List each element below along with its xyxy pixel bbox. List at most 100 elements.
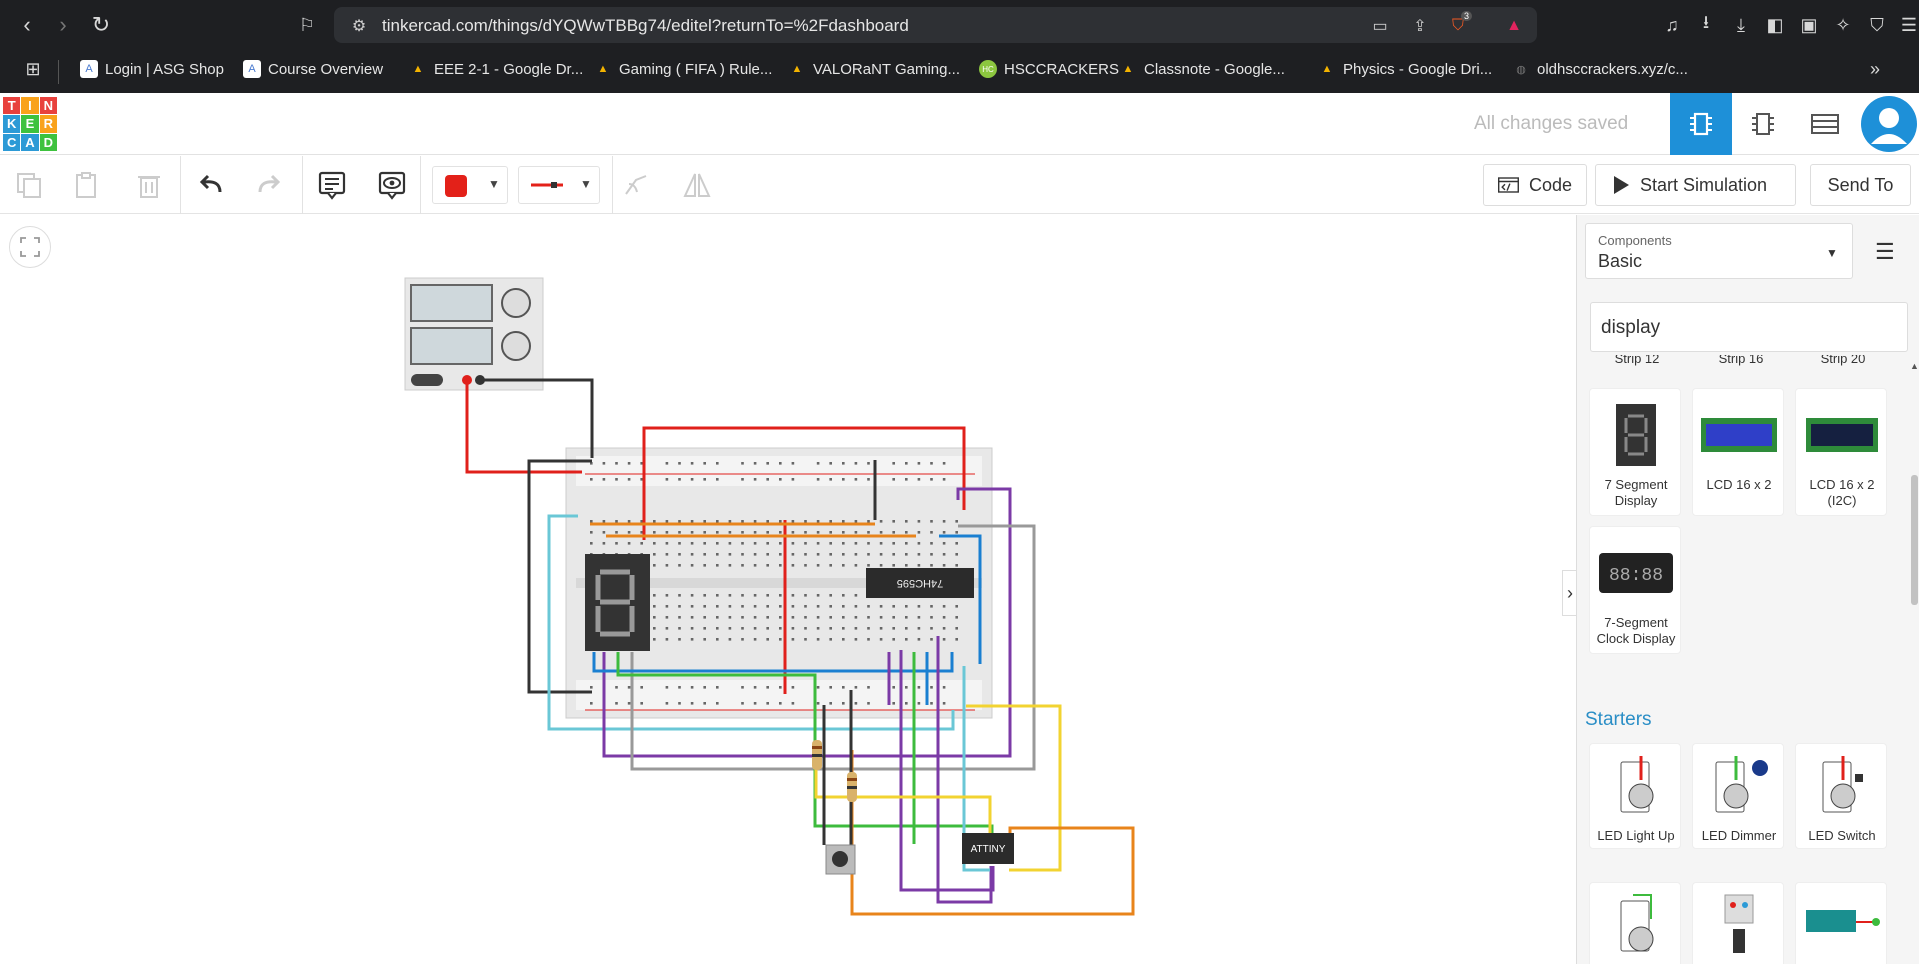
breadboard-hole[interactable]	[867, 605, 870, 608]
breadboard-hole[interactable]	[829, 627, 832, 630]
breadboard-hole[interactable]	[816, 702, 820, 705]
breadboard-hole[interactable]	[602, 478, 606, 481]
breadboard-hole[interactable]	[766, 553, 769, 556]
breadboard-hole[interactable]	[590, 478, 593, 481]
breadboard-hole[interactable]	[879, 553, 883, 556]
breadboard-hole[interactable]	[703, 594, 706, 597]
undo-icon[interactable]	[192, 166, 230, 204]
breadboard-hole[interactable]	[829, 686, 832, 689]
breadboard-hole[interactable]	[816, 627, 820, 630]
breadboard-hole[interactable]	[816, 638, 820, 641]
bookmark-item[interactable]: HC HSCCRACKERS	[979, 60, 1119, 78]
leo-icon[interactable]: ✧	[1830, 12, 1856, 38]
breadboard-hole[interactable]	[665, 520, 669, 523]
breadboard-hole[interactable]	[690, 638, 694, 641]
breadboard-hole[interactable]	[678, 638, 681, 641]
tinkercad-logo[interactable]: T I N K E R C A D	[3, 97, 57, 151]
breadboard-hole[interactable]	[678, 478, 681, 481]
breadboard-hole[interactable]	[917, 686, 921, 689]
breadboard-hole[interactable]	[879, 616, 883, 619]
breadboard-hole[interactable]	[779, 627, 782, 630]
breadboard-hole[interactable]	[816, 542, 820, 545]
breadboard-hole[interactable]	[590, 686, 593, 689]
breadboard-hole[interactable]	[690, 462, 694, 465]
starter-card[interactable]	[1692, 882, 1784, 964]
breadboard-hole[interactable]	[829, 616, 832, 619]
breadboard-hole[interactable]	[930, 627, 933, 630]
breadboard-hole[interactable]	[690, 531, 694, 534]
breadboard-hole[interactable]	[690, 553, 694, 556]
breadboard-hole[interactable]	[653, 553, 656, 556]
breadboard-hole[interactable]	[703, 542, 706, 545]
breadboard-hole[interactable]	[678, 542, 681, 545]
breadboard-hole[interactable]	[766, 638, 769, 641]
apps-grid-icon[interactable]: ⊞	[20, 56, 46, 82]
breadboard-hole[interactable]	[791, 564, 795, 567]
breadboard-hole[interactable]	[703, 627, 706, 630]
breadboard-hole[interactable]	[766, 520, 769, 523]
breadboard-hole[interactable]	[590, 520, 593, 523]
breadboard-hole[interactable]	[766, 702, 769, 705]
breadboard-hole[interactable]	[955, 638, 958, 641]
breadboard-hole[interactable]	[942, 616, 946, 619]
breadboard-hole[interactable]	[741, 478, 744, 481]
breadboard-hole[interactable]	[653, 531, 656, 534]
breadboard-hole[interactable]	[615, 478, 618, 481]
breadboard-hole[interactable]	[879, 564, 883, 567]
breadboard-hole[interactable]	[779, 702, 782, 705]
breadboard-hole[interactable]	[854, 542, 858, 545]
breadboard-hole[interactable]	[842, 702, 845, 705]
brave-rewards-icon[interactable]: ▲	[1503, 15, 1525, 37]
breadboard-hole[interactable]	[741, 462, 744, 465]
breadboard-hole[interactable]	[753, 542, 757, 545]
component-card-7-segment[interactable]: 7 Segment Display	[1589, 388, 1681, 516]
breadboard-hole[interactable]	[829, 478, 832, 481]
breadboard-hole[interactable]	[905, 531, 908, 534]
breadboard-hole[interactable]	[930, 531, 933, 534]
breadboard-hole[interactable]	[678, 605, 681, 608]
breadboard-hole[interactable]	[942, 605, 946, 608]
breadboard-hole[interactable]	[703, 520, 706, 523]
breadboard-hole[interactable]	[728, 531, 732, 534]
breadboard-hole[interactable]	[917, 616, 921, 619]
breadboard-hole[interactable]	[690, 478, 694, 481]
breadboard-hole[interactable]	[640, 542, 643, 545]
send-to-button[interactable]: Send To	[1810, 164, 1911, 206]
breadboard-hole[interactable]	[678, 553, 681, 556]
breadboard-hole[interactable]	[867, 520, 870, 523]
copy-icon[interactable]	[10, 166, 48, 204]
breadboard-hole[interactable]	[753, 605, 757, 608]
breadboard-hole[interactable]	[590, 542, 593, 545]
breadboard-hole[interactable]	[665, 605, 669, 608]
breadboard-hole[interactable]	[905, 462, 908, 465]
breadboard-hole[interactable]	[716, 702, 719, 705]
breadboard-hole[interactable]	[854, 462, 858, 465]
breadboard-hole[interactable]	[678, 520, 681, 523]
breadboard-hole[interactable]	[766, 686, 769, 689]
notes-visibility-icon[interactable]	[373, 166, 411, 204]
breadboard-hole[interactable]	[867, 553, 870, 556]
breadboard-hole[interactable]	[728, 627, 732, 630]
breadboard-hole[interactable]	[627, 531, 631, 534]
breadboard-hole[interactable]	[627, 520, 631, 523]
breadboard-hole[interactable]	[917, 638, 921, 641]
cast-icon[interactable]: ▭	[1369, 15, 1391, 37]
notes-icon[interactable]	[313, 166, 351, 204]
breadboard-hole[interactable]	[678, 702, 681, 705]
breadboard-hole[interactable]	[942, 478, 946, 481]
breadboard-hole[interactable]	[627, 462, 631, 465]
breadboard-hole[interactable]	[892, 564, 895, 567]
breadboard-hole[interactable]	[791, 605, 795, 608]
breadboard-hole[interactable]	[779, 542, 782, 545]
breadboard-hole[interactable]	[653, 627, 656, 630]
breadboard-hole[interactable]	[905, 542, 908, 545]
breadboard-hole[interactable]	[716, 686, 719, 689]
breadboard-hole[interactable]	[804, 520, 807, 523]
breadboard-hole[interactable]	[766, 594, 769, 597]
share-icon[interactable]: ⇪	[1409, 15, 1431, 37]
breadboard-hole[interactable]	[854, 553, 858, 556]
breadboard-hole[interactable]	[930, 462, 933, 465]
breadboard-hole[interactable]	[779, 605, 782, 608]
breadboard-hole[interactable]	[854, 531, 858, 534]
breadboard-hole[interactable]	[728, 553, 732, 556]
